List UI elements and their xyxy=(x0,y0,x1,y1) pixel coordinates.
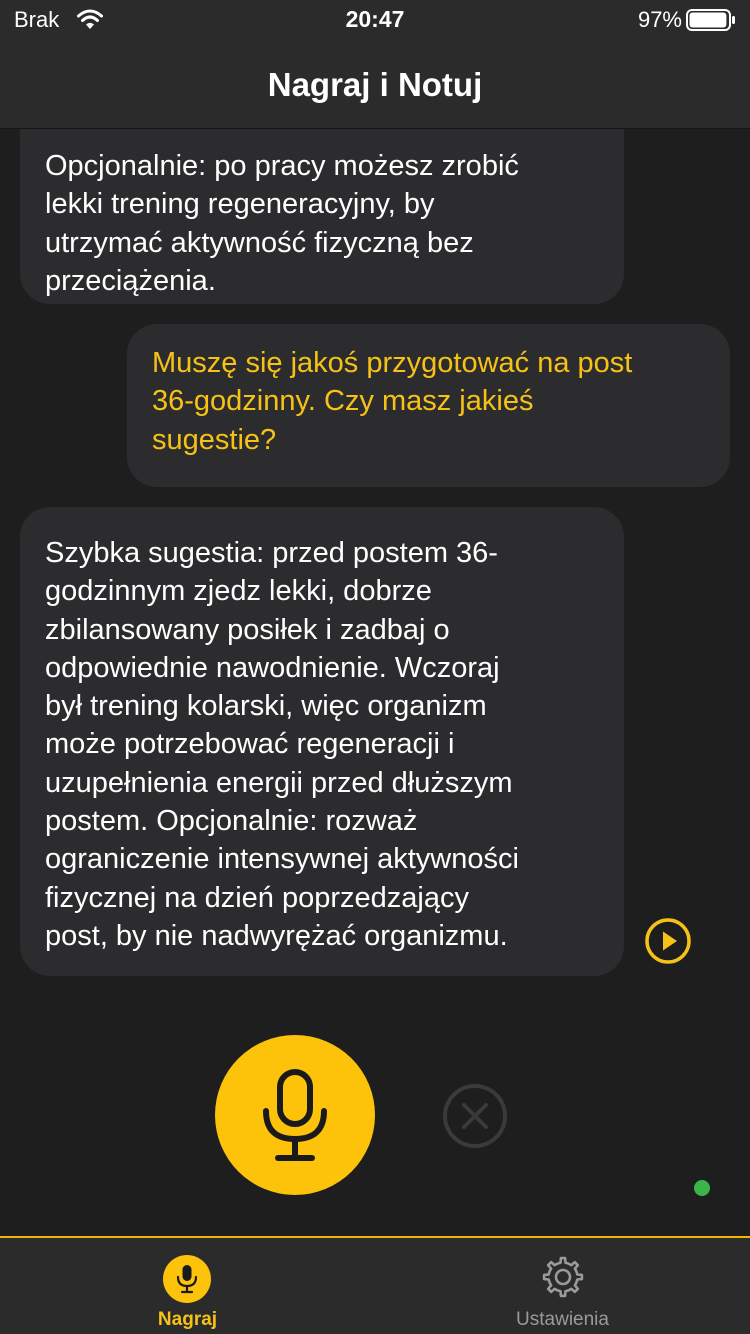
assistant-message: Szybka sugestia: przed postem 36- godzin… xyxy=(20,507,624,976)
battery-percent: 97% xyxy=(637,7,682,32)
app-screen: Brak 20:47 97% Nagraj i Notuj Opcjonalni… xyxy=(0,0,750,1334)
tab-label: Ustawienia xyxy=(516,1309,609,1330)
chat-list[interactable]: Opcjonalnie: po pracy możesz zrobić lekk… xyxy=(0,129,750,1236)
tab-bar: Nagraj Ustawienia xyxy=(0,1236,750,1334)
close-circle-icon[interactable] xyxy=(442,1083,508,1149)
microphone-icon xyxy=(263,1069,327,1161)
tab-nagraj[interactable]: Nagraj xyxy=(0,1238,375,1334)
connection-status-dot xyxy=(694,1180,710,1196)
page-title: Nagraj i Notuj xyxy=(267,66,483,103)
microphone-icon xyxy=(176,1265,198,1294)
assistant-message: Opcjonalnie: po pracy możesz zrobić lekk… xyxy=(20,129,624,304)
battery-icon xyxy=(686,9,735,31)
microphone-tab-icon xyxy=(163,1255,211,1303)
status-bar: Brak 20:47 97% xyxy=(0,0,750,40)
navigation-bar: Nagraj i Notuj xyxy=(0,40,750,129)
play-circle-icon[interactable] xyxy=(644,917,692,965)
tab-ustawienia[interactable]: Ustawienia xyxy=(375,1238,750,1334)
record-button[interactable] xyxy=(215,1035,375,1195)
tab-label: Nagraj xyxy=(157,1309,218,1330)
user-message: Muszę się jakoś przygotować na post 36-g… xyxy=(127,324,730,487)
gear-icon xyxy=(542,1256,584,1298)
